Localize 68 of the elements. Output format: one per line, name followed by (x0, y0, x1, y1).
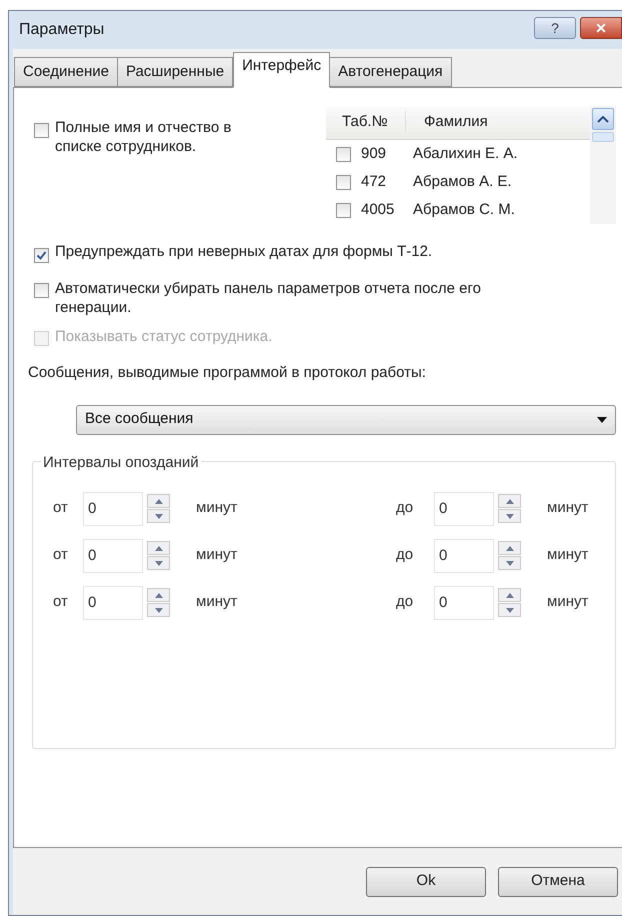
from-label: от (53, 545, 69, 566)
number-field[interactable]: 0 (83, 586, 143, 620)
down-arrow-icon (506, 560, 514, 566)
down-arrow-icon (154, 560, 162, 566)
checkbox[interactable] (34, 123, 49, 138)
spin-buttons[interactable] (147, 541, 170, 570)
spin-buttons[interactable] (498, 541, 521, 570)
unit-label: минут (196, 592, 238, 612)
scrollbar[interactable] (590, 106, 616, 224)
checkbox-label: Полные имя и отчество в списке сотрудников. (55, 118, 232, 156)
number-field[interactable]: 0 (434, 492, 494, 526)
check-icon (36, 250, 47, 261)
up-arrow-icon (154, 498, 162, 504)
up-arrow-icon (154, 546, 162, 550)
table-cell-text: 472 (361, 172, 388, 192)
to-label: до (396, 498, 414, 518)
window-title: Параметры (19, 20, 104, 40)
checkbox[interactable] (336, 146, 351, 162)
spin-buttons[interactable] (498, 494, 521, 523)
to-label: до (396, 592, 414, 612)
checkbox-label: Автоматически убирать панель параметров отчета после его генерации. (55, 279, 482, 317)
tab[interactable]: Расширенные (116, 57, 234, 87)
table-cell-text: 4005 (361, 200, 396, 220)
table-cell-text: Абрамов С. М. (413, 200, 515, 220)
checkbox[interactable] (336, 202, 351, 218)
up-arrow-icon (506, 592, 514, 598)
up-arrow-icon (506, 498, 514, 504)
down-arrow-icon (506, 608, 514, 612)
dialog-button[interactable]: Отмена (498, 866, 618, 896)
table-cell-text: 909 (361, 144, 388, 164)
number-field[interactable]: 0 (434, 586, 494, 620)
checkbox-label: Показывать статус сотрудника. (55, 327, 274, 346)
table-cell-text: Абалихин Е. А. (413, 144, 518, 164)
unit-label: минут (547, 545, 588, 566)
checkbox[interactable] (34, 248, 49, 263)
unit-label: минут (547, 498, 588, 518)
messages-label: Сообщения, выводимые программой в протокол работы: (28, 363, 427, 383)
unit-label: минут (196, 545, 238, 566)
down-arrow-icon (154, 514, 162, 518)
spin-buttons[interactable] (147, 494, 170, 523)
unit-label: минут (196, 498, 238, 518)
checkbox-label: Предупреждать при неверных датах для формы Т-12. (55, 242, 434, 261)
number-field[interactable]: 0 (434, 538, 494, 572)
spin-buttons[interactable] (147, 588, 170, 617)
spin-buttons[interactable] (498, 588, 521, 617)
dropdown-arrow-icon (597, 416, 607, 422)
messages-dropdown[interactable]: Все сообщения (76, 404, 616, 434)
dialog-button[interactable]: Ok (366, 866, 486, 896)
from-label: от (53, 592, 69, 612)
scroll-thumb[interactable] (592, 132, 614, 142)
column-header[interactable]: Фамилия (406, 111, 488, 134)
up-arrow-icon (154, 592, 162, 598)
down-arrow-icon (154, 608, 162, 612)
tab[interactable]: Соединение (14, 57, 118, 87)
checkbox[interactable] (34, 283, 49, 298)
number-field[interactable]: 0 (83, 492, 143, 526)
from-label: от (53, 498, 69, 518)
down-arrow-icon (506, 514, 514, 518)
checkbox[interactable] (336, 174, 351, 190)
up-arrow-icon (506, 546, 514, 550)
table-cell-text: Абрамов А. Е. (413, 172, 512, 192)
number-field[interactable]: 0 (83, 538, 143, 572)
help-button[interactable]: ? (534, 17, 576, 39)
tab[interactable]: Автогенерация (329, 57, 452, 87)
column-header[interactable]: Таб.№ (326, 111, 406, 134)
to-label: до (396, 545, 414, 566)
unit-label: минут (547, 592, 588, 612)
tab[interactable]: Интерфейс (233, 52, 330, 88)
